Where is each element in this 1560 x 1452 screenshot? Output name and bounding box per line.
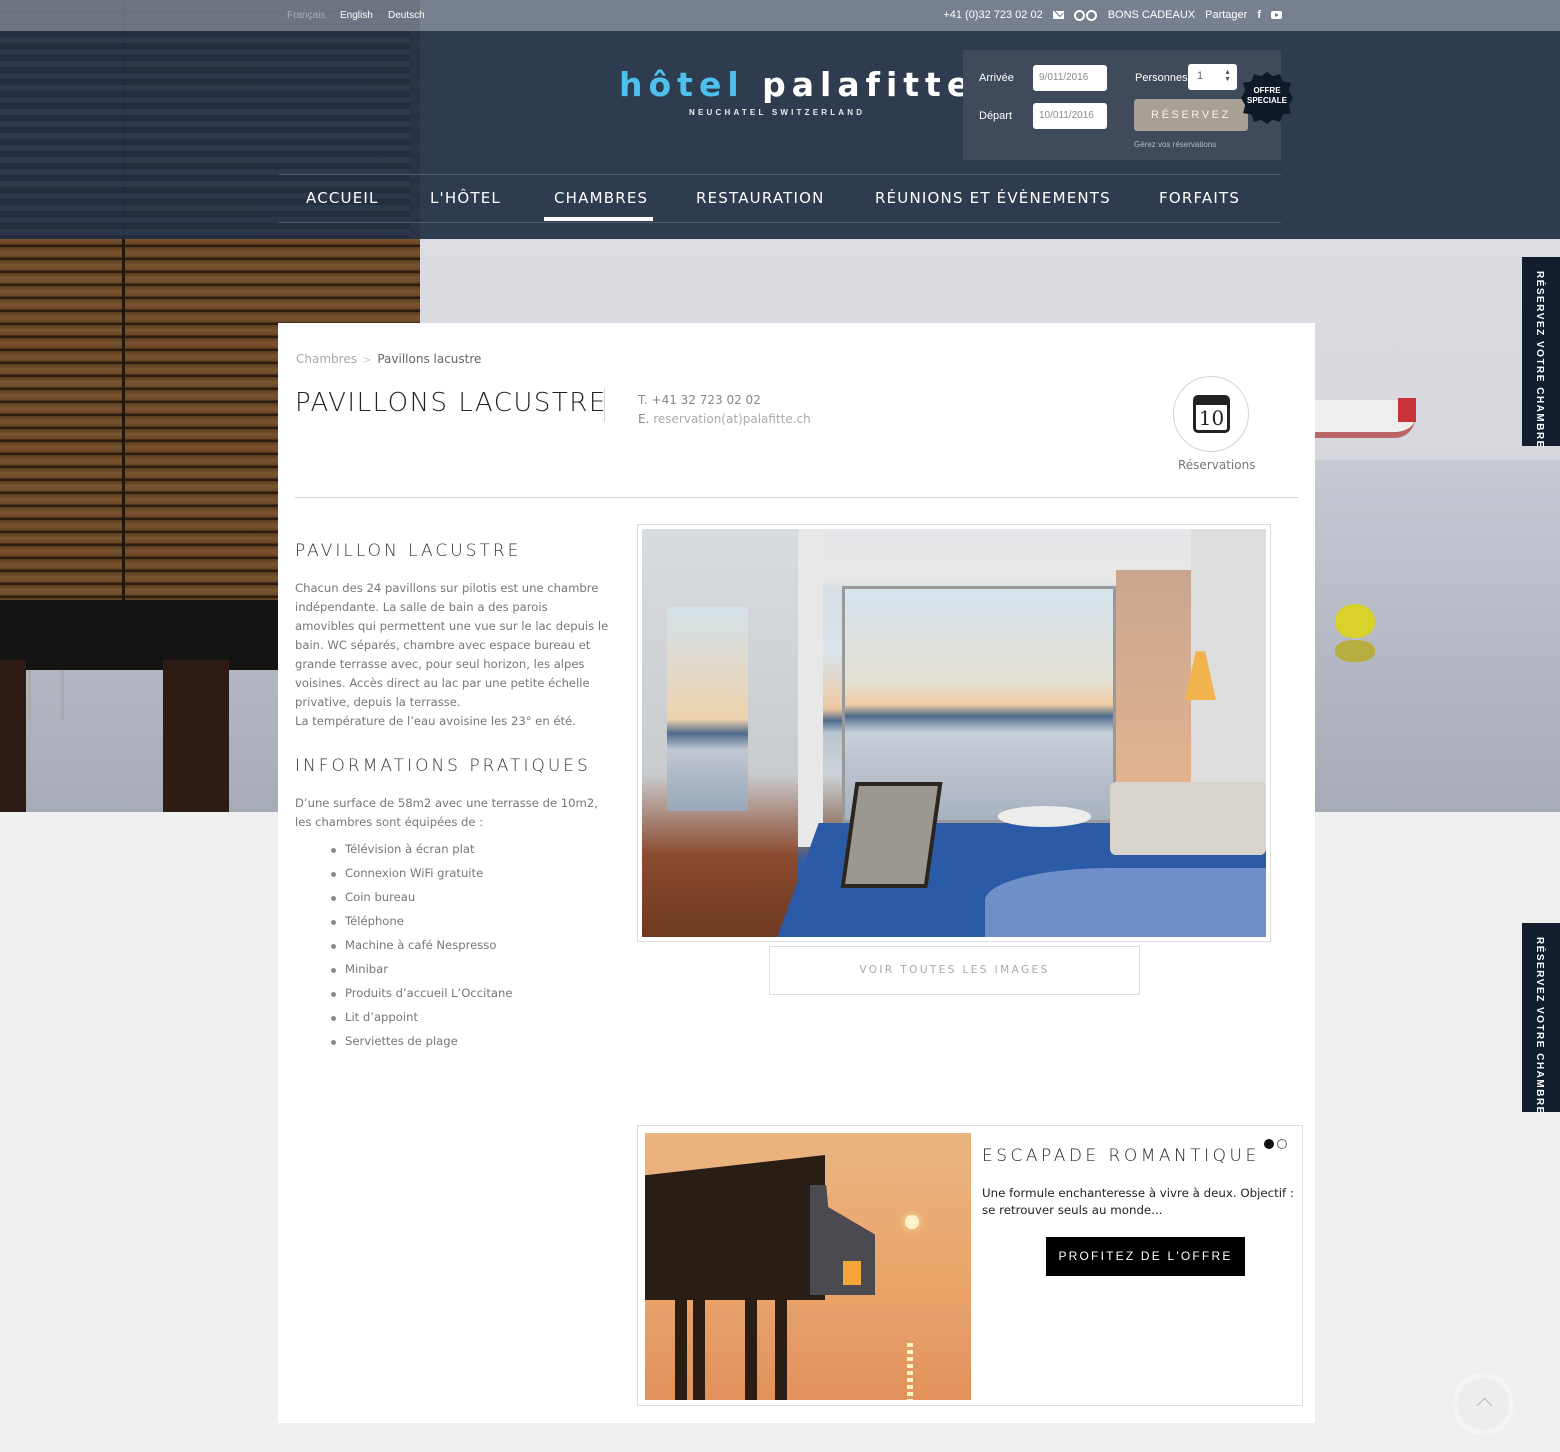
phone-number: +41 (0)32 723 02 02 [943,9,1043,21]
breadcrumb: Chambres > Pavillons lacustre [296,352,481,366]
active-nav-indicator [544,217,653,221]
logo-subtitle: NEUCHATEL SWITZERLAND [689,108,866,117]
side-tab-label: RÉSERVEZ VOTRE CHAMBRE [1534,271,1545,449]
arrival-date-input[interactable]: 9/011/2016 [1033,65,1107,91]
nav-hotel[interactable]: L'HÔTEL [430,189,501,207]
email-prefix: E. [638,412,650,426]
amenity-item: Connexion WiFi gratuite [331,866,512,890]
pile [163,660,229,812]
breadcrumb-current: Pavillons lacustre [377,352,482,366]
swiss-flag [1398,398,1416,422]
buoy-reflection [1335,640,1375,662]
header-divider [295,497,1298,498]
room-photo-frame[interactable] [637,524,1271,942]
reserve-button[interactable]: RÉSERVEZ [1134,99,1248,131]
arrival-label: Arrivée [979,72,1014,84]
sun [905,1215,919,1229]
lang-deutsch[interactable]: Deutsch [388,10,425,21]
room-description: Chacun des 24 pavillons sur pilotis est … [295,579,610,731]
offer-description: Une formule enchanteresse à vivre à deux… [982,1186,1294,1217]
logo[interactable]: hôtel palafitte [619,65,975,104]
lang-francais[interactable]: Français [287,10,325,21]
nav-reunions-evenements[interactable]: RÉUNIONS ET ÉVÈNEMENTS [875,189,1111,207]
amenity-item: Serviettes de plage [331,1034,512,1058]
room-description-text: Chacun des 24 pavillons sur pilotis est … [295,581,609,709]
mail-icon[interactable] [1052,11,1064,19]
slider-dot-1[interactable] [1264,1139,1274,1149]
content-card: Chambres > Pavillons lacustre PAVILLONS LA… [278,323,1315,1423]
departure-label: Départ [979,110,1013,122]
nav-accueil[interactable]: ACCUEIL [306,189,379,207]
logo-palafitte: palafitte [762,65,976,104]
contact-phone: T. +41 32 723 02 02 [638,393,761,407]
gift-vouchers-link[interactable]: BONS CADEAUX [1108,9,1195,21]
manage-reservations-link[interactable]: Gérez vos réservations [1134,140,1216,149]
amenity-item: Lit d’appoint [331,1010,512,1034]
info-heading: INFORMATIONS PRATIQUES [295,756,591,776]
calendar-icon: 10 [1193,395,1230,433]
offer-title: ESCAPADE ROMANTIQUE [982,1146,1260,1166]
ladder [28,670,64,720]
share-label: Partager [1205,9,1248,21]
buoy [1335,604,1375,638]
tripadvisor-icon[interactable] [1073,9,1098,21]
header: hôtel palafitte NEUCHATEL SWITZERLAND Ar… [0,31,1560,239]
facebook-icon[interactable]: f [1257,9,1261,21]
room-heading: PAVILLON LACUSTRE [295,541,522,561]
persons-label: Personnes [1135,72,1188,84]
offer-cta-button[interactable]: PROFITEZ DE L'OFFRE [1046,1237,1245,1276]
booking-widget: Arrivée 9/011/2016 Départ 10/011/2016 Pe… [963,50,1281,160]
amenity-item: Téléphone [331,914,512,938]
page-title: PAVILLONS LACUSTRE [295,388,607,418]
persons-select[interactable]: 1 ▲ ▼ [1188,64,1237,90]
amenity-item: Télévision à écran plat [331,842,512,866]
calendar-day: 10 [1198,406,1225,430]
contact-email[interactable]: reservation(at)palafitte.ch [653,412,811,426]
side-tab-label: RÉSERVEZ VOTRE CHAMBRE [1534,937,1545,1115]
reservations-label[interactable]: Réservations [1178,458,1255,472]
view-all-images-button[interactable]: VOIR TOUTES LES IMAGES [769,946,1140,995]
stepper-arrows-icon: ▲ ▼ [1224,69,1231,83]
breadcrumb-chambres[interactable]: Chambres [296,352,357,366]
reserve-room-side-tab-sticky[interactable]: RÉSERVEZ VOTRE CHAMBRE [1522,923,1560,1115]
persons-value: 1 [1197,70,1204,82]
departure-date-input[interactable]: 10/011/2016 [1033,103,1107,129]
pile [0,660,26,812]
room-photo[interactable] [642,529,1266,937]
reservations-button[interactable]: 10 [1173,376,1249,452]
offer-photo[interactable] [645,1133,971,1400]
slider-dots [1264,1139,1287,1149]
breadcrumb-separator: > [362,355,372,366]
top-links: +41 (0)32 723 02 02 BONS CADEAUX Partage… [943,9,1282,21]
lang-english[interactable]: English [340,10,373,21]
nav-forfaits[interactable]: FORFAITS [1159,189,1240,207]
top-bar: Français English Deutsch +41 (0)32 723 0… [0,0,1560,31]
amenity-item: Machine à café Nespresso [331,938,512,962]
reserve-room-side-tab[interactable]: RÉSERVEZ VOTRE CHAMBRE [1522,257,1560,449]
scroll-to-top-button[interactable] [1452,1373,1514,1435]
nav-restauration[interactable]: RESTAURATION [696,189,825,207]
badge-line-1: OFFRE [1253,86,1281,95]
contact-info: T. +41 32 723 02 02 E. reservation(at)pa… [638,391,811,429]
main-nav: ACCUEIL L'HÔTEL CHAMBRES RESTAURATION RÉ… [279,174,1281,223]
slider-dot-2[interactable] [1277,1139,1287,1149]
youtube-icon[interactable] [1271,11,1282,19]
info-text: D’une surface de 58m2 avec une terrasse … [295,796,598,829]
logo-hotel: hôtel [619,65,745,104]
chevron-up-icon [1476,1397,1493,1414]
amenity-item: Produits d’accueil L’Occitane [331,986,512,1010]
badge-line-2: SPECIALE [1246,96,1287,105]
nav-chambres[interactable]: CHAMBRES [554,189,648,207]
amenities-list: Télévision à écran plat Connexion WiFi g… [331,842,512,1058]
amenity-item: Minibar [331,962,512,986]
room-description-temp: La température de l’eau avoisine les 23°… [295,714,576,728]
title-divider [604,388,605,422]
amenity-item: Coin bureau [331,890,512,914]
offer-slider: ESCAPADE ROMANTIQUE Une formule enchante… [637,1125,1303,1406]
